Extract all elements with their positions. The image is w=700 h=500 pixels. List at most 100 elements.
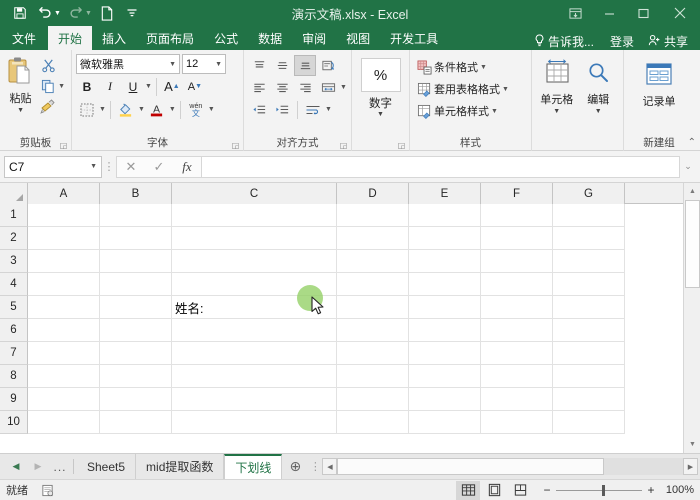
font-size-combobox[interactable]: 12 ▼ <box>182 54 226 74</box>
align-right-button[interactable] <box>294 77 316 98</box>
cell-a2[interactable] <box>28 227 100 250</box>
wrap-text-button[interactable] <box>302 99 324 120</box>
cell-e10[interactable] <box>409 411 481 434</box>
column-header-a[interactable]: A <box>28 183 100 204</box>
next-sheet-icon[interactable]: ▶ <box>28 455 48 479</box>
phonetic-caret[interactable]: ▼ <box>208 106 215 113</box>
cell-b2[interactable] <box>100 227 172 250</box>
cell-b9[interactable] <box>100 388 172 411</box>
cell-d2[interactable] <box>337 227 409 250</box>
select-all-corner[interactable] <box>0 183 28 204</box>
name-box-caret[interactable]: ▼ <box>90 163 97 170</box>
font-dialog-launcher[interactable]: ◲ <box>231 141 240 150</box>
vertical-scroll-thumb[interactable] <box>685 200 700 288</box>
row-header-6[interactable]: 6 <box>0 319 28 342</box>
cell-a1[interactable] <box>28 204 100 227</box>
cell-g6[interactable] <box>553 319 625 342</box>
merge-caret[interactable]: ▼ <box>340 84 347 91</box>
bold-button[interactable]: B <box>76 76 98 97</box>
cell-a9[interactable] <box>28 388 100 411</box>
underline-caret[interactable]: ▼ <box>145 83 152 90</box>
cell-d9[interactable] <box>337 388 409 411</box>
zoom-in-button[interactable]: + <box>646 483 656 497</box>
font-name-combobox[interactable]: 微软雅黑 ▼ <box>76 54 180 74</box>
font-name-caret[interactable]: ▼ <box>169 61 176 68</box>
align-center-button[interactable] <box>271 77 293 98</box>
cell-b8[interactable] <box>100 365 172 388</box>
cell-a4[interactable] <box>28 273 100 296</box>
row-header-1[interactable]: 1 <box>0 204 28 227</box>
cell-f9[interactable] <box>481 388 553 411</box>
cell-f3[interactable] <box>481 250 553 273</box>
sheet-tab-sheet5[interactable]: Sheet5 <box>77 454 137 479</box>
tab-page-layout[interactable]: 页面布局 <box>136 26 204 50</box>
decrease-indent-button[interactable] <box>248 99 270 120</box>
cell-a5[interactable] <box>28 296 100 319</box>
sheet-tab-mid[interactable]: mid提取函数 <box>136 454 225 479</box>
cell-styles-button[interactable]: 单元格样式 ▼ <box>414 101 511 121</box>
expand-formula-bar-icon[interactable]: ⌄ <box>680 161 696 172</box>
horizontal-scroll-thumb[interactable] <box>337 458 604 475</box>
formula-input[interactable] <box>201 155 680 178</box>
cell-d7[interactable] <box>337 342 409 365</box>
orientation-button[interactable] <box>317 55 339 76</box>
cell-d5[interactable] <box>337 296 409 319</box>
sign-in-button[interactable]: 登录 <box>602 33 642 50</box>
number-format-icon[interactable]: % <box>360 58 401 92</box>
row-header-4[interactable]: 4 <box>0 273 28 296</box>
cell-g9[interactable] <box>553 388 625 411</box>
borders-button[interactable] <box>76 99 98 120</box>
cell-d8[interactable] <box>337 365 409 388</box>
cell-c7[interactable] <box>172 342 337 365</box>
editing-dropdown-caret[interactable]: ▼ <box>595 108 602 115</box>
row-header-3[interactable]: 3 <box>0 250 28 273</box>
cancel-formula-icon[interactable]: ✕ <box>117 157 145 177</box>
tab-home[interactable]: 开始 <box>48 26 93 50</box>
cell-b10[interactable] <box>100 411 172 434</box>
save-icon[interactable] <box>8 2 32 24</box>
customize-qat-icon[interactable] <box>120 2 144 24</box>
copy-button[interactable]: ▼ <box>38 76 67 96</box>
cell-g2[interactable] <box>553 227 625 250</box>
cell-e2[interactable] <box>409 227 481 250</box>
fill-color-caret[interactable]: ▼ <box>138 106 145 113</box>
font-size-caret[interactable]: ▼ <box>215 61 222 68</box>
conditional-formatting-button[interactable]: 条件格式 ▼ <box>414 57 511 77</box>
vertical-scrollbar[interactable]: ▲ ▼ <box>683 183 700 453</box>
row-header-2[interactable]: 2 <box>0 227 28 250</box>
alignment-dialog-launcher[interactable]: ◲ <box>339 141 348 150</box>
cell-g7[interactable] <box>553 342 625 365</box>
name-box[interactable]: C7 ▼ <box>4 155 102 178</box>
page-layout-view-icon[interactable] <box>482 481 506 500</box>
align-top-button[interactable] <box>248 55 270 76</box>
cut-button[interactable] <box>38 55 67 75</box>
underline-button[interactable]: U <box>122 76 144 97</box>
increase-font-size-button[interactable]: A ▲ <box>161 76 183 97</box>
phonetic-guide-button[interactable]: wén 文 <box>185 99 207 120</box>
editing-button[interactable]: 编辑 ▼ <box>578 54 620 115</box>
cell-b3[interactable] <box>100 250 172 273</box>
cell-c1[interactable] <box>172 204 337 227</box>
cell-f6[interactable] <box>481 319 553 342</box>
cell-a7[interactable] <box>28 342 100 365</box>
zoom-level-label[interactable]: 100% <box>660 484 694 496</box>
sheet-overflow-icon[interactable]: ... <box>50 455 70 479</box>
italic-button[interactable]: I <box>99 76 121 97</box>
column-header-c[interactable]: C <box>172 183 337 204</box>
cell-e5[interactable] <box>409 296 481 319</box>
tab-formulas[interactable]: 公式 <box>204 26 248 50</box>
cell-d4[interactable] <box>337 273 409 296</box>
row-header-9[interactable]: 9 <box>0 388 28 411</box>
align-left-button[interactable] <box>248 77 270 98</box>
cell-e1[interactable] <box>409 204 481 227</box>
scroll-up-icon[interactable]: ▲ <box>684 183 700 200</box>
sheet-bar-grip[interactable]: ⋮ <box>308 454 322 479</box>
redo-dropdown-caret[interactable]: ▼ <box>85 10 92 17</box>
format-as-table-caret[interactable]: ▼ <box>502 86 509 93</box>
cell-b1[interactable] <box>100 204 172 227</box>
minimize-icon[interactable] <box>592 0 626 26</box>
cell-e9[interactable] <box>409 388 481 411</box>
cell-c3[interactable] <box>172 250 337 273</box>
cell-a6[interactable] <box>28 319 100 342</box>
borders-caret[interactable]: ▼ <box>99 106 106 113</box>
